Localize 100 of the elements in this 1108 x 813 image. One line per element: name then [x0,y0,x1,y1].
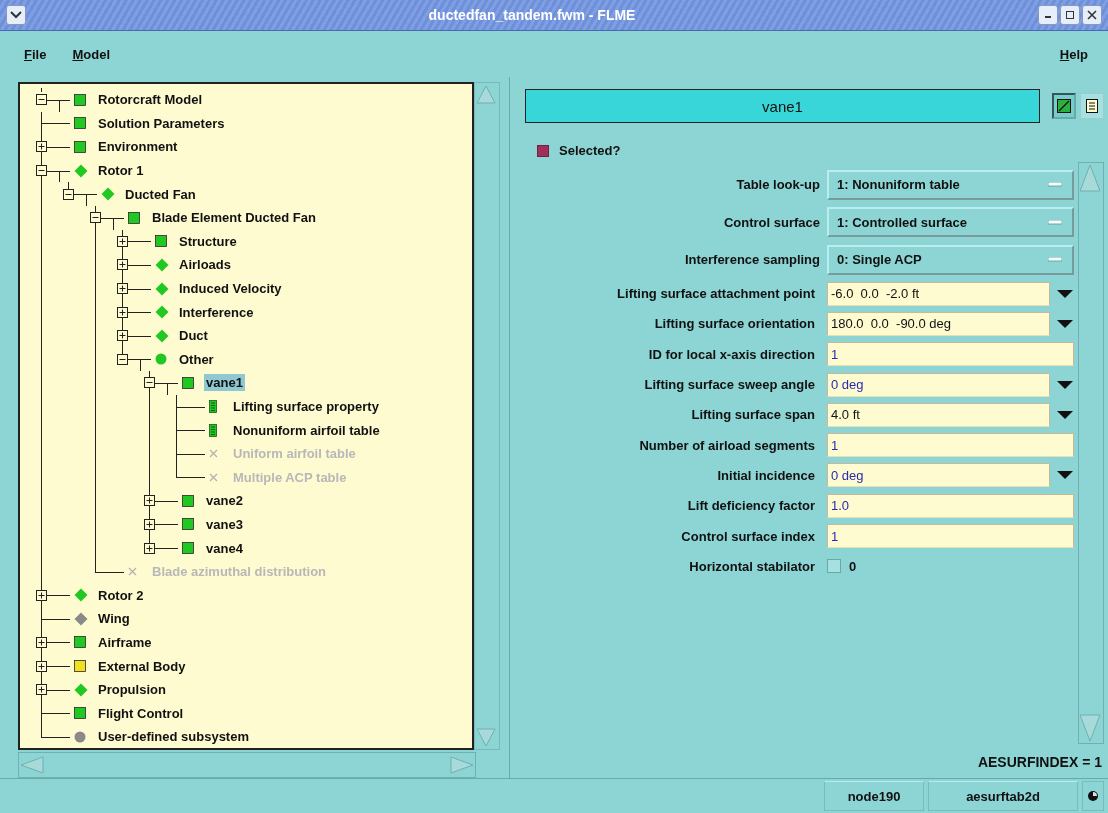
scroll-up-icon [1079,163,1101,193]
expand-toggle[interactable] [36,589,47,601]
expand-toggle[interactable] [144,519,155,530]
tree-item[interactable]: Airframe [96,633,154,651]
tree-item[interactable]: Structure [177,232,239,250]
tree-item[interactable]: vane4 [204,539,245,557]
expand-toggle[interactable] [117,235,128,247]
status-field: node190 [824,781,924,811]
tree-item[interactable]: Rotor 1 [96,162,146,180]
tree-item[interactable]: Ducted Fan [123,185,198,203]
checkbox[interactable] [827,559,841,574]
maximize-button[interactable] [1060,5,1080,25]
field-label: Lift deficiency factor [686,498,815,514]
field-label: Table look-up [735,177,820,193]
option-menu[interactable]: 1: Nonuniform table [827,169,1074,200]
expand-toggle[interactable] [117,330,128,342]
tree-item[interactable]: Blade Element Ducted Fan [150,209,318,227]
dropdown-arrow-icon[interactable] [1056,318,1074,329]
expand-toggle[interactable] [117,283,128,295]
tree-item[interactable]: Duct [177,327,210,345]
field-label: Initial incidence [716,467,815,483]
notes-button[interactable] [1080,93,1104,119]
expand-toggle[interactable] [63,188,74,200]
option-menu-icon [1048,257,1062,263]
tree-item[interactable]: External Body [96,657,188,675]
scrollbar[interactable] [1078,162,1104,744]
input-field[interactable]: 180.0 0.0 -90.0 deg [827,311,1050,336]
tree-item[interactable]: vane3 [204,516,245,533]
scroll-right-icon [449,755,475,775]
tree-item[interactable]: Propulsion [96,681,168,699]
tree-item[interactable]: Environment [96,138,180,156]
expand-toggle[interactable] [36,94,47,106]
chevron-down-icon [10,11,22,19]
index-readout: AESURFINDEX = 1 [976,753,1103,772]
field-label: Horizontal stabilator [688,558,815,574]
dropdown-arrow-icon[interactable] [1056,288,1074,299]
scrollbar[interactable] [474,82,500,750]
input-field[interactable]: 0 deg [827,463,1050,488]
tree-item[interactable]: Solution Parameters [96,114,227,132]
expand-toggle[interactable] [144,542,155,554]
expand-toggle[interactable] [36,636,47,648]
field-label: Lifting surface sweep angle [643,377,815,393]
expand-toggle[interactable] [144,495,155,507]
dropdown-arrow-icon[interactable] [1056,470,1074,481]
dropdown-arrow-icon[interactable] [1056,379,1074,390]
input-field[interactable]: 0 deg [827,372,1050,397]
close-icon [1087,10,1097,20]
menu-item[interactable]: File [24,46,47,62]
scroll-down-icon [475,727,497,749]
option-menu[interactable]: 0: Single ACP [827,244,1074,275]
input-field[interactable]: -6.0 0.0 -2.0 ft [827,281,1050,306]
tree-item[interactable]: Induced Velocity [177,280,284,298]
input-field[interactable]: 1 [827,524,1074,548]
minimize-button[interactable] [1038,5,1058,25]
menu-item[interactable]: Model [72,46,110,62]
field-label: Control surface index [680,528,815,544]
tree-item[interactable]: vane2 [204,492,245,510]
scrollbar[interactable] [18,752,476,778]
expand-toggle[interactable] [36,141,47,153]
checkbox-value: 0 [849,558,857,574]
input-field[interactable]: 1.0 [827,493,1074,518]
expand-toggle[interactable] [117,306,128,318]
tree-item[interactable]: Rotorcraft Model [96,91,204,109]
scroll-left-icon [19,755,45,775]
pencil-square-icon [1057,99,1071,113]
tree-item[interactable]: User-defined subsystem [96,728,251,746]
tree-item[interactable]: Lifting surface property [231,398,381,415]
scroll-down-icon [1079,713,1101,743]
tree-item[interactable]: Nonuniform airfoil table [231,421,382,439]
input-field[interactable]: 1 [827,342,1074,367]
tree-item[interactable]: Airloads [177,256,233,274]
option-menu-icon [1048,182,1062,188]
tree-item[interactable]: vane1 [204,374,245,392]
expand-toggle[interactable] [90,212,101,224]
input-field[interactable]: 4.0 ft [827,402,1050,427]
window-menu-button[interactable] [6,5,26,25]
tree-item[interactable]: Rotor 2 [96,586,146,604]
expand-toggle[interactable] [144,377,155,389]
selected-checkbox[interactable] [537,144,549,157]
expand-toggle[interactable] [117,259,128,271]
menu-item[interactable]: Help [1059,46,1088,62]
close-button[interactable] [1082,5,1102,25]
maximize-icon [1065,10,1075,20]
tree-item[interactable]: Interference [177,303,256,321]
field-label: Lifting surface span [690,407,815,423]
input-field[interactable]: 1 [827,433,1074,458]
scroll-up-icon [475,83,497,105]
expand-toggle[interactable] [36,684,47,696]
tree-item[interactable]: Other [177,350,216,368]
tree-item[interactable]: Wing [96,610,132,628]
dropdown-arrow-icon[interactable] [1056,409,1074,420]
name-field[interactable]: vane1 [525,89,1040,123]
selected-label: Selected? [559,143,621,158]
field-label: Lifting surface attachment point [616,286,815,302]
edit-toggle-button[interactable] [1052,93,1076,119]
expand-toggle[interactable] [117,353,128,365]
expand-toggle[interactable] [36,660,47,672]
option-menu[interactable]: 1: Controlled surface [827,207,1074,238]
expand-toggle[interactable] [36,165,47,177]
tree-item[interactable]: Flight Control [96,704,186,722]
